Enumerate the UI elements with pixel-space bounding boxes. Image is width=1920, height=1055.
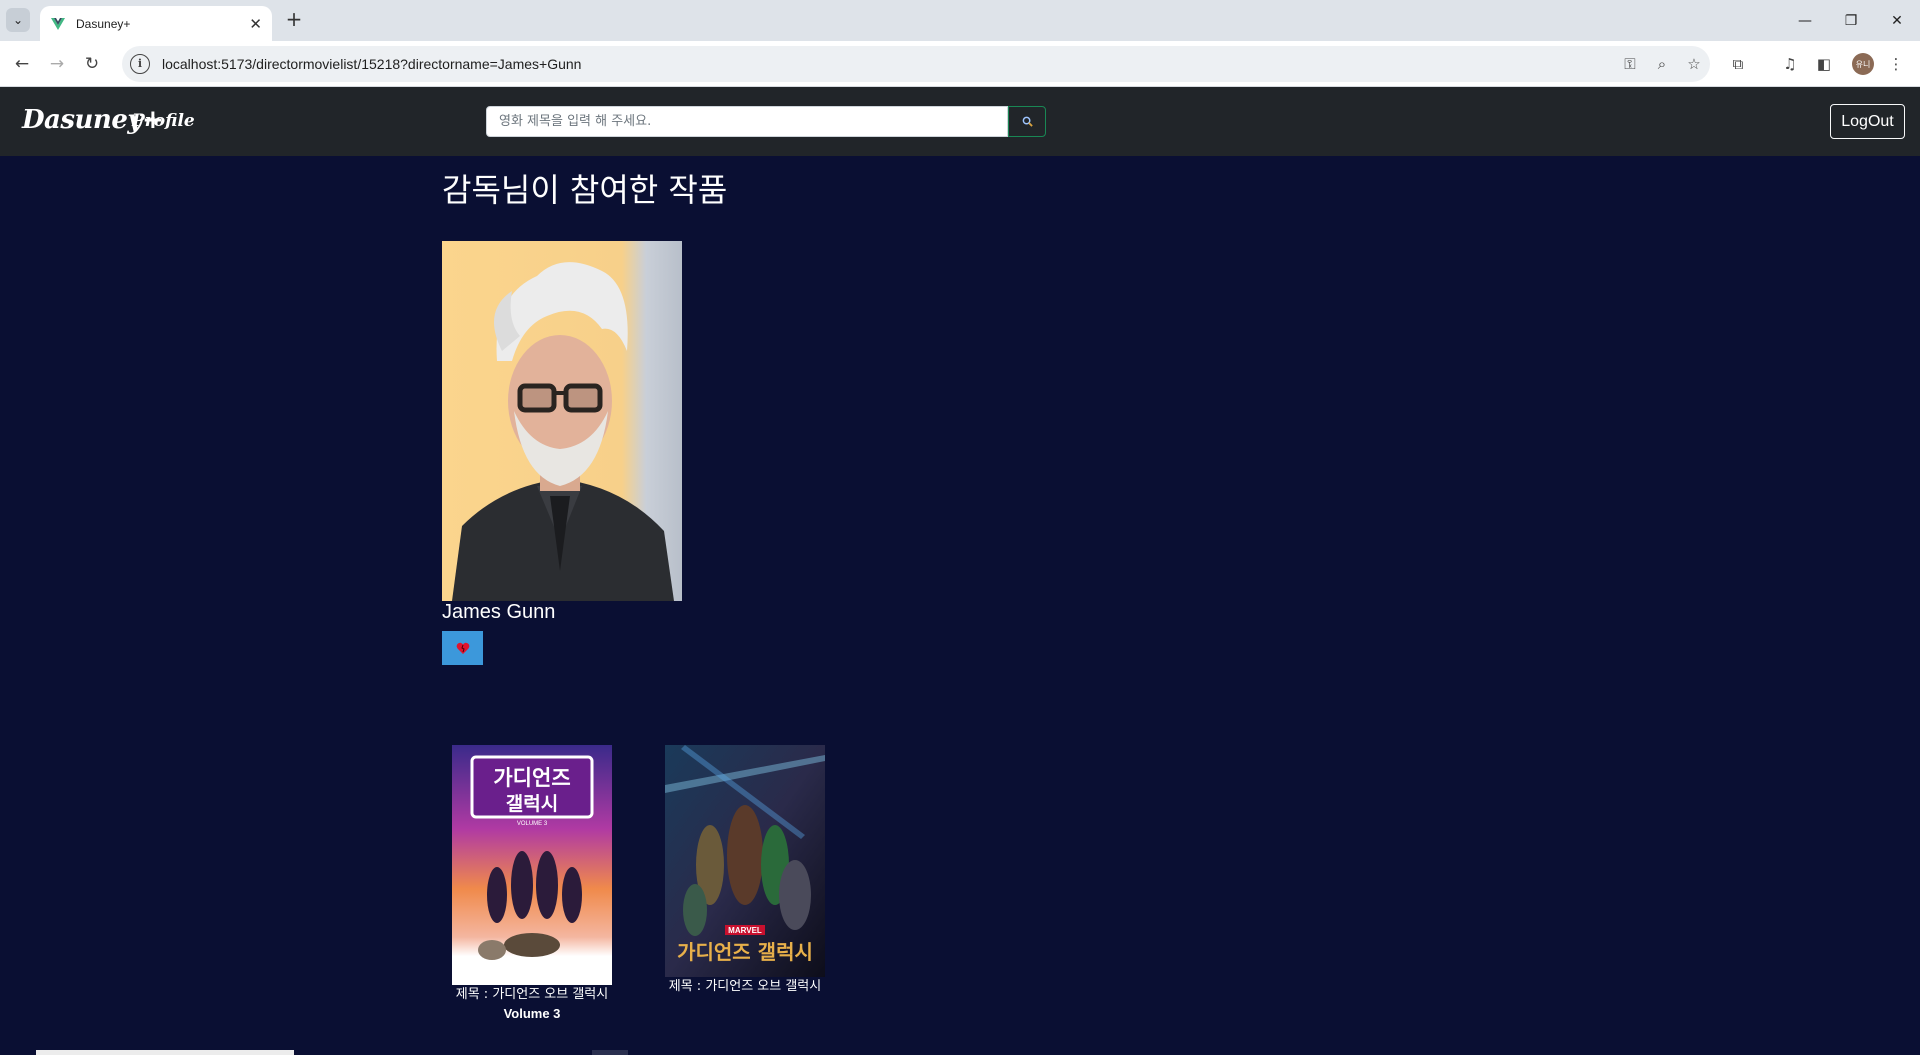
magnifier-icon [1022,116,1033,127]
forward-icon[interactable]: → [43,50,71,78]
profile-avatar[interactable]: 유니 [1852,53,1874,75]
profile-link[interactable]: Profile [132,111,195,131]
movie-title: 제목 : 가디언즈 오브 갤럭시 [668,979,822,994]
url-text[interactable]: localhost:5173/directormovielist/15218?d… [162,56,1614,72]
movie-subtitle: Volume 3 [503,1006,561,1021]
side-panel-icon[interactable]: ◧ [1812,52,1836,76]
close-window-icon[interactable]: ✕ [1874,0,1920,41]
browser-tab-bar: ⌄ Dasuney+ ✕ + — ❐ ✕ [0,0,1920,41]
browser-toolbar: ← → ↻ i localhost:5173/directormovielist… [0,41,1920,87]
restore-icon[interactable]: ❐ [1828,0,1874,41]
bookmark-star-icon[interactable]: ☆ [1678,55,1710,73]
back-icon[interactable]: ← [8,50,36,78]
horizontal-scrollbar[interactable] [0,1048,1920,1055]
logout-button[interactable]: LogOut [1830,104,1905,139]
director-name: James Gunn [442,601,556,623]
media-icon[interactable]: ♫ [1778,52,1802,76]
like-director-button[interactable] [442,631,483,665]
minimize-icon[interactable]: — [1782,0,1828,41]
svg-text:VOLUME 3: VOLUME 3 [517,821,548,827]
menu-icon[interactable]: ⋮ [1884,52,1908,76]
tab-title: Dasuney+ [76,16,131,31]
address-bar[interactable]: i localhost:5173/directormovielist/15218… [122,46,1710,82]
site-info-icon[interactable]: i [130,54,150,74]
director-photo [442,241,682,601]
movie-card[interactable]: 가디언즈 갤럭시 VOLUME 3 제목 : 가디언즈 오브 갤럭시 Volum… [432,745,632,1024]
search-button[interactable] [1008,106,1046,137]
scrollbar-thumb[interactable] [592,1050,628,1055]
svg-text:갤럭시: 갤럭시 [506,793,558,815]
zoom-icon[interactable]: ⌕ [1646,55,1678,73]
vue-favicon-icon [51,17,65,30]
svg-text:가디언즈 갤럭시: 가디언즈 갤럭시 [677,940,813,964]
movie-poster[interactable]: 가디언즈 갤럭시 VOLUME 3 [452,745,612,985]
app-navbar: Dasuney+ Profile LogOut [0,87,1920,156]
movie-poster[interactable]: MARVEL 가디언즈 갤럭시 [665,745,825,977]
extensions-icon[interactable]: ⧉ [1726,52,1750,76]
heart-icon [456,642,469,654]
tab-search-icon[interactable]: ⌄ [6,8,30,32]
reload-icon[interactable]: ↻ [78,50,106,78]
svg-text:MARVEL: MARVEL [728,926,762,935]
new-tab-icon[interactable]: + [282,8,306,32]
movie-search-input[interactable] [486,106,1008,137]
page-title: 감독님이 참여한 작품 [442,171,728,209]
movie-title: 제목 : 가디언즈 오브 갤럭시 [455,987,609,1002]
svg-text:가디언즈: 가디언즈 [493,766,570,790]
movie-card[interactable]: MARVEL 가디언즈 갤럭시 제목 : 가디언즈 오브 갤럭시 [645,745,845,996]
browser-tab[interactable]: Dasuney+ ✕ [40,6,272,41]
password-key-icon[interactable]: ⚿ [1614,55,1646,73]
scrollbar-track [36,1050,294,1055]
tab-close-icon[interactable]: ✕ [249,15,262,33]
